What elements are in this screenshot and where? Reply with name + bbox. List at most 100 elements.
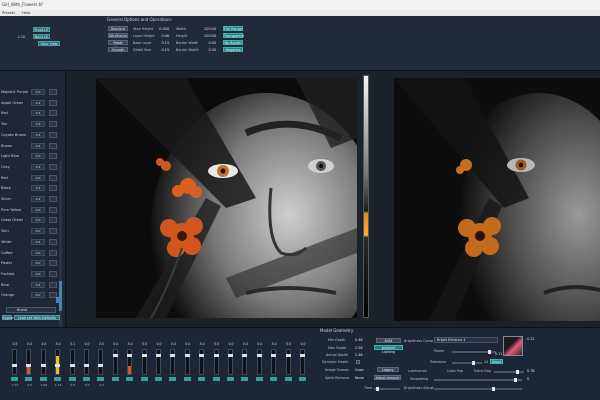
color-layer-swatch[interactable] [49,89,57,95]
mixer-channel-knob[interactable] [112,354,118,357]
no-border-button[interactable]: No Border [223,40,243,45]
mixer-channel-knob[interactable] [242,354,248,357]
mixer-channel-button[interactable] [83,377,90,381]
mixer-channel-button[interactable] [183,377,191,381]
mixer-channel-slider[interactable] [26,349,32,375]
mixer-channel-knob[interactable] [84,364,89,367]
image-format-value[interactable]: Color [355,368,364,372]
width-value[interactable]: 200.00 [202,27,216,31]
color-layer-value[interactable]: 0.0 [31,249,45,256]
mixer-channel-button[interactable] [111,377,119,381]
mixer-channel-slider[interactable] [98,349,104,375]
brightness-adjust-knob[interactable] [492,387,495,391]
full-range-button[interactable]: Full Range [223,26,243,31]
dynamic-depth-checkbox[interactable] [356,360,360,364]
mixer-channel-knob[interactable] [256,354,262,357]
color-layer-swatch[interactable] [49,249,57,256]
mixer-channel-slider[interactable] [213,349,219,375]
mixer-channel-button[interactable] [241,377,249,381]
mixer-channel-slider[interactable] [184,349,190,375]
mixer-channel-slider[interactable] [285,349,291,375]
front-le-button[interactable]: Front LE [33,27,50,32]
color-layer-swatch[interactable] [49,206,57,213]
mixer-channel-slider[interactable] [127,349,133,375]
color-layer-row[interactable]: Fuchsia 0.0 [1,270,63,281]
mixer-channel-slider[interactable] [141,349,147,375]
mixer-channel-button[interactable] [140,377,148,381]
smoothing-knob[interactable] [514,378,517,382]
mixer-channel-button[interactable] [255,377,263,381]
relief-preview-view[interactable] [394,78,600,321]
min-depth-value[interactable]: 0.46 [355,338,363,342]
mixer-channel-button[interactable] [284,377,292,381]
mixer-channel-knob[interactable] [300,354,305,357]
mixer-channel-button[interactable] [68,377,76,381]
color-layer-swatch[interactable] [49,281,57,288]
mixer-channel-button[interactable] [212,377,220,381]
color-layer-value[interactable]: 0.2 [31,196,45,202]
color-layer-value[interactable]: 0.3 [31,163,45,170]
mixer-channel-knob[interactable] [98,364,104,367]
smooth-button[interactable]: Smooth [108,47,128,52]
color-layer-value[interactable]: 0.0 [31,228,45,235]
color-layer-value[interactable]: 0.6 [31,121,45,128]
color-layer-row[interactable]: Gray 0.3 [1,163,63,174]
tolerance-knob[interactable] [472,361,475,365]
color-layer-row[interactable]: Black 0.5 [1,185,63,195]
curve-preview[interactable] [503,336,523,356]
back-le-button[interactable]: Back LE [33,34,50,39]
reset-view-button[interactable]: Reset View [108,40,128,50]
color-layer-row[interactable]: Light Blue 0.0 [1,153,63,163]
color-layer-row[interactable]: Red 0.5 [1,110,63,120]
mixer-channel-slider[interactable] [69,349,75,375]
mixer-channel-slider[interactable] [84,349,89,375]
mixer-channel-button[interactable] [39,377,47,381]
mixer-channel-button[interactable] [299,377,306,381]
mixer-channel-slider[interactable] [228,349,233,375]
color-layer-swatch[interactable] [49,153,57,160]
mixer-channel-knob[interactable] [199,354,205,357]
max-depth-value[interactable]: 2.56 [355,346,363,350]
color-layer-value[interactable]: 0.0 [31,153,45,160]
list-options-icon[interactable] [56,297,62,303]
mixer-channel-knob[interactable] [271,354,277,357]
detail-size-value[interactable]: 0.15 [155,48,169,52]
mixer-channel-knob[interactable] [184,354,190,357]
mixer-channel-button[interactable] [97,377,105,381]
extra-gap-slider[interactable] [494,370,524,374]
color-layer-value[interactable]: 0.0 [31,206,45,213]
border-width-value[interactable]: 0.00 [202,41,216,45]
mixer-channel-slider[interactable] [40,349,46,375]
color-layer-swatch[interactable] [49,131,57,138]
menu-presets[interactable]: Presets [2,11,15,15]
color-layer-swatch[interactable] [49,110,57,117]
preview-4k-button[interactable]: 4K64 [376,338,401,343]
mixer-channel-button[interactable] [169,377,177,381]
color-layer-value[interactable]: 0.0 [31,270,45,277]
color-layer-swatch[interactable] [49,121,57,128]
step-height-value[interactable]: 0.040 [155,27,169,31]
scroll-thumb[interactable] [59,281,62,311]
color-layer-value[interactable]: 0.0 [31,292,45,299]
smoothing-slider[interactable] [434,378,522,382]
color-layer-swatch[interactable] [49,260,57,267]
mixer-channel-button[interactable] [126,377,134,381]
color-layer-row[interactable]: Tan 0.6 [1,121,63,131]
source-image-view[interactable] [96,78,357,318]
color-layer-row[interactable]: Red 0.0 [1,174,63,185]
depth-gradient-bar[interactable] [363,75,369,318]
transparent-button[interactable]: Transparent [223,33,244,38]
color-layer-value[interactable]: 0.5 [31,110,45,117]
color-layer-swatch[interactable] [49,238,57,245]
load-defaults-button[interactable]: Load set With Defaults [14,315,60,320]
mixer-channel-button[interactable] [227,377,234,381]
mixer-channel-knob[interactable] [228,354,233,357]
mixer-channel-knob[interactable] [156,354,161,357]
tolerance-slider[interactable] [452,361,482,365]
mixer-channel-knob[interactable] [26,364,32,367]
color-layer-value[interactable]: 0.0 [31,260,45,267]
mixer-channel-knob[interactable] [127,354,133,357]
mixer-channel-button[interactable] [11,377,18,381]
mixer-channel-button[interactable] [25,377,33,381]
color-layer-row[interactable]: Blue 0.5 [1,281,63,292]
